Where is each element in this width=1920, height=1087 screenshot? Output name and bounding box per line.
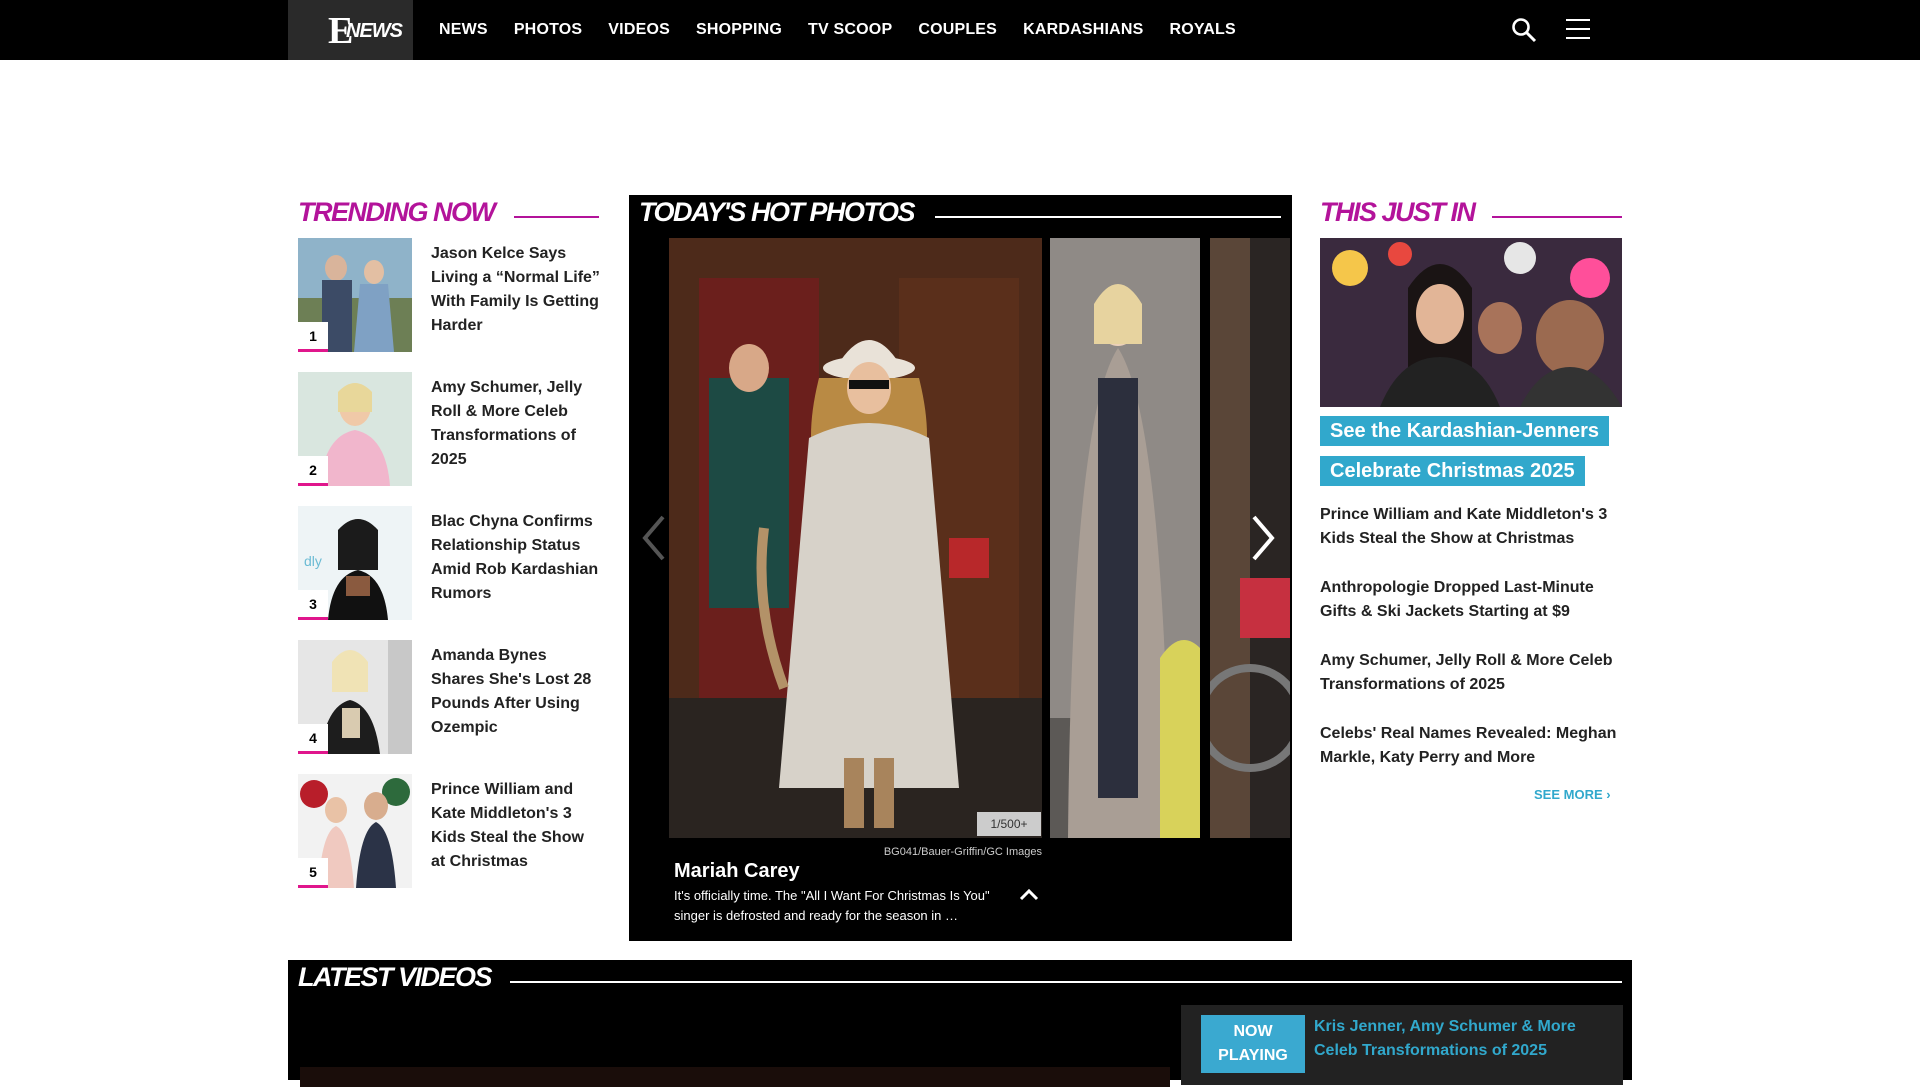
photo-subject-name[interactable]: Mariah Carey (674, 860, 800, 883)
trending-title[interactable]: Jason Kelce Says Living a “Normal Life” … (431, 242, 601, 338)
gallery-next-arrow-icon[interactable] (1250, 513, 1276, 563)
trending-title[interactable]: Prince William and Kate Middleton's 3 Ki… (431, 778, 601, 874)
just-in-feature-image[interactable] (1320, 238, 1622, 407)
trending-rank: 2 (298, 456, 328, 486)
just-in-heading-rule (1492, 216, 1622, 218)
trending-item[interactable]: 2 Amy Schumer, Jelly Roll & More Celeb T… (298, 372, 600, 487)
nav-item-kardashians[interactable]: KARDASHIANS (1023, 21, 1143, 39)
trending-rank: 3 (298, 590, 328, 620)
just-in-list-item[interactable]: Anthropologie Dropped Last-Minute Gifts … (1320, 576, 1620, 624)
trending-title[interactable]: Amanda Bynes Shares She's Lost 28 Pounds… (431, 644, 601, 740)
trending-heading: TRENDING NOW (298, 197, 496, 227)
nav-item-shopping[interactable]: SHOPPING (696, 21, 782, 39)
nav-item-tv-scoop[interactable]: TV SCOOP (808, 21, 892, 39)
hot-photos-heading: TODAY'S HOT PHOTOS (639, 197, 915, 227)
nav-item-royals[interactable]: ROYALS (1170, 21, 1236, 39)
nav-item-couples[interactable]: COUPLES (918, 21, 997, 39)
trending-item[interactable]: 4 Amanda Bynes Shares She's Lost 28 Poun… (298, 640, 600, 755)
just-in-list-item[interactable]: Celebs' Real Names Revealed: Meghan Mark… (1320, 722, 1620, 770)
trending-item[interactable]: dly 3 Blac Chyna Confirms Relationship S… (298, 506, 600, 621)
nav-item-videos[interactable]: VIDEOS (608, 21, 670, 39)
hamburger-menu-icon[interactable] (1566, 18, 1590, 40)
hot-photos-gallery: TODAY'S HOT PHOTOS 1/500+ BG041/Bauer-Gr… (629, 195, 1292, 941)
chevron-up-icon[interactable] (1018, 887, 1040, 903)
gallery-counter: 1/500+ (977, 812, 1041, 836)
now-playing-title[interactable]: Kris Jenner, Amy Schumer & More Celeb Tr… (1314, 1015, 1604, 1063)
gallery-next-photo[interactable] (1050, 238, 1200, 838)
see-more-link[interactable]: SEE MORE › (1534, 787, 1611, 802)
top-nav: E NEWS NEWS PHOTOS VIDEOS SHOPPING TV SC… (0, 0, 1920, 60)
trending-heading-rule (514, 216, 599, 218)
now-playing-card[interactable]: NOW PLAYING Kris Jenner, Amy Schumer & M… (1181, 1005, 1623, 1085)
just-in-feature-title[interactable]: See the Kardashian-Jenners Celebrate Chr… (1320, 411, 1622, 491)
just-in-heading: THIS JUST IN (1320, 197, 1476, 227)
now-playing-thumbnail: NOW PLAYING (1201, 1015, 1305, 1073)
latest-videos-heading: LATEST VIDEOS (298, 962, 493, 992)
gallery-main-photo[interactable] (669, 238, 1042, 838)
photo-caption: It's officially time. The "All I Want Fo… (674, 888, 990, 923)
main-nav: NEWS PHOTOS VIDEOS SHOPPING TV SCOOP COU… (439, 0, 1262, 60)
now-playing-label: NOW PLAYING (1218, 1023, 1288, 1064)
gallery-prev-arrow-icon[interactable] (641, 513, 667, 563)
nav-item-news[interactable]: NEWS (439, 21, 488, 39)
hot-photos-heading-rule (935, 216, 1281, 218)
nav-item-photos[interactable]: PHOTOS (514, 21, 582, 39)
video-player[interactable] (300, 1067, 1170, 1087)
trending-item[interactable]: 1 Jason Kelce Says Living a “Normal Life… (298, 238, 600, 353)
just-in-list-item[interactable]: Amy Schumer, Jelly Roll & More Celeb Tra… (1320, 649, 1620, 697)
latest-videos-heading-rule (510, 981, 1622, 983)
logo-word: NEWS (346, 20, 403, 42)
chevron-right-icon: › (1606, 787, 1611, 802)
trending-item[interactable]: 5 Prince William and Kate Middleton's 3 … (298, 774, 600, 889)
trending-rank: 5 (298, 858, 328, 888)
enews-logo[interactable]: E NEWS (288, 0, 413, 60)
just-in-list-item[interactable]: Prince William and Kate Middleton's 3 Ki… (1320, 503, 1620, 551)
latest-videos-section: LATEST VIDEOS NOW PLAYING Kris Jenner, A… (288, 960, 1632, 1087)
trending-rank: 1 (298, 322, 328, 352)
photo-credit: BG041/Bauer-Griffin/GC Images (883, 846, 1042, 858)
see-more-label: SEE MORE (1534, 787, 1603, 802)
trending-rank: 4 (298, 724, 328, 754)
trending-title[interactable]: Blac Chyna Confirms Relationship Status … (431, 510, 601, 606)
just-in-feature-title-text[interactable]: See the Kardashian-Jenners Celebrate Chr… (1320, 416, 1609, 486)
trending-title[interactable]: Amy Schumer, Jelly Roll & More Celeb Tra… (431, 376, 601, 472)
svg-text:dly: dly (304, 553, 322, 569)
search-icon[interactable] (1511, 17, 1537, 43)
